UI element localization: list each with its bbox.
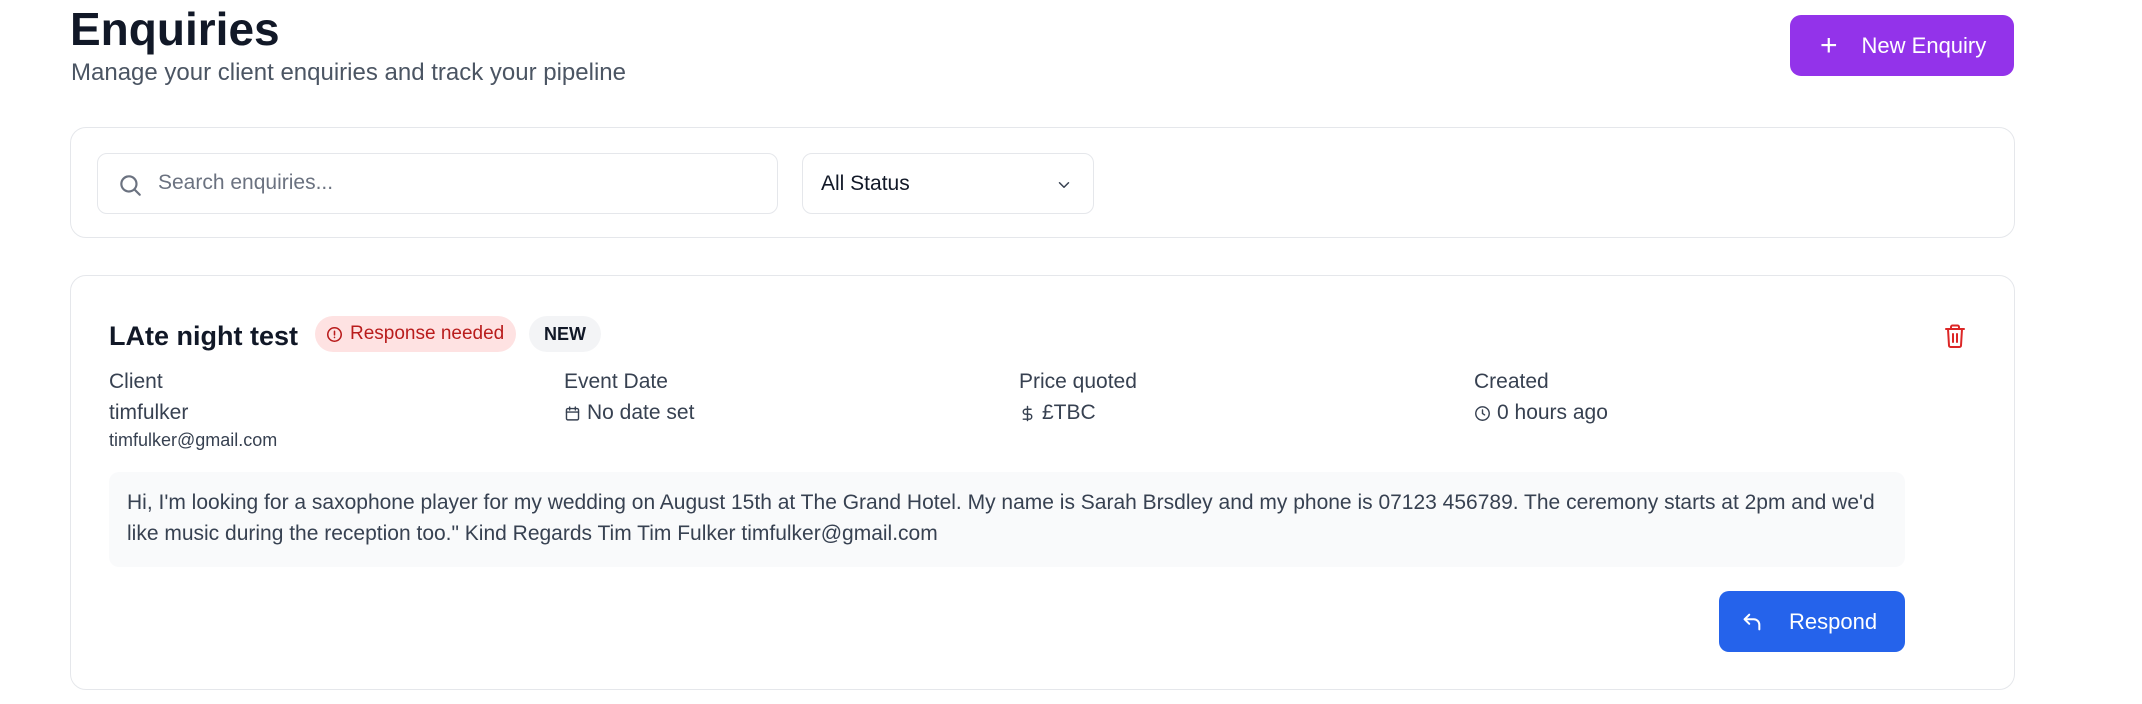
status-badge: NEW (529, 316, 601, 352)
search-input[interactable] (158, 154, 758, 212)
new-enquiry-button[interactable]: + New Enquiry (1790, 15, 2014, 76)
created-label: Created (1474, 370, 1549, 393)
price-info: Price quoted £TBC (1019, 368, 1137, 427)
alert-circle-icon (326, 326, 343, 342)
status-filter-value: All Status (821, 171, 910, 195)
trash-icon[interactable] (1943, 323, 1967, 349)
event-date-row: No date set (564, 399, 694, 427)
search-box[interactable] (97, 153, 778, 214)
filter-bar: All Status (70, 127, 2015, 238)
price-value: £TBC (1042, 401, 1096, 424)
enquiry-card: LAte night test Response needed NEW Clie… (70, 275, 2015, 690)
calendar-icon (565, 405, 580, 421)
chevron-down-icon (1058, 182, 1070, 188)
new-enquiry-label: New Enquiry (1861, 32, 1987, 58)
client-label: Client (109, 370, 163, 393)
created-value: 0 hours ago (1497, 401, 1608, 424)
status-filter-select[interactable]: All Status (802, 153, 1094, 214)
respond-label: Respond (1789, 608, 1878, 634)
created-info: Created 0 hours ago (1474, 368, 1608, 427)
client-name: timfulker (109, 401, 189, 424)
plus-icon: + (1820, 28, 1838, 62)
created-row: 0 hours ago (1474, 399, 1608, 427)
response-needed-label: Response needed (350, 323, 505, 344)
response-needed-badge: Response needed (315, 316, 517, 352)
page-header: Enquiries Manage your client enquiries a… (70, 0, 2014, 100)
dollar-sign-icon (1022, 405, 1033, 421)
client-email: timfulker@gmail.com (109, 430, 278, 450)
price-row: £TBC (1019, 399, 1137, 427)
event-date-info: Event Date No date set (564, 368, 694, 427)
search-icon (120, 175, 141, 196)
respond-button[interactable]: Respond (1719, 591, 1905, 652)
enquiry-message: Hi, I'm looking for a saxophone player f… (109, 472, 1905, 567)
page-title: Enquiries (70, 3, 280, 55)
reply-icon (1743, 613, 1761, 630)
price-label: Price quoted (1019, 370, 1137, 393)
event-date-value: No date set (587, 401, 695, 424)
event-date-label: Event Date (564, 370, 668, 393)
client-info: Client timfulker timfulker@gmail.com (109, 368, 277, 452)
page-subtitle: Manage your client enquiries and track y… (71, 59, 626, 86)
clock-icon (1475, 405, 1490, 421)
enquiry-title: LAte night test (109, 321, 298, 351)
